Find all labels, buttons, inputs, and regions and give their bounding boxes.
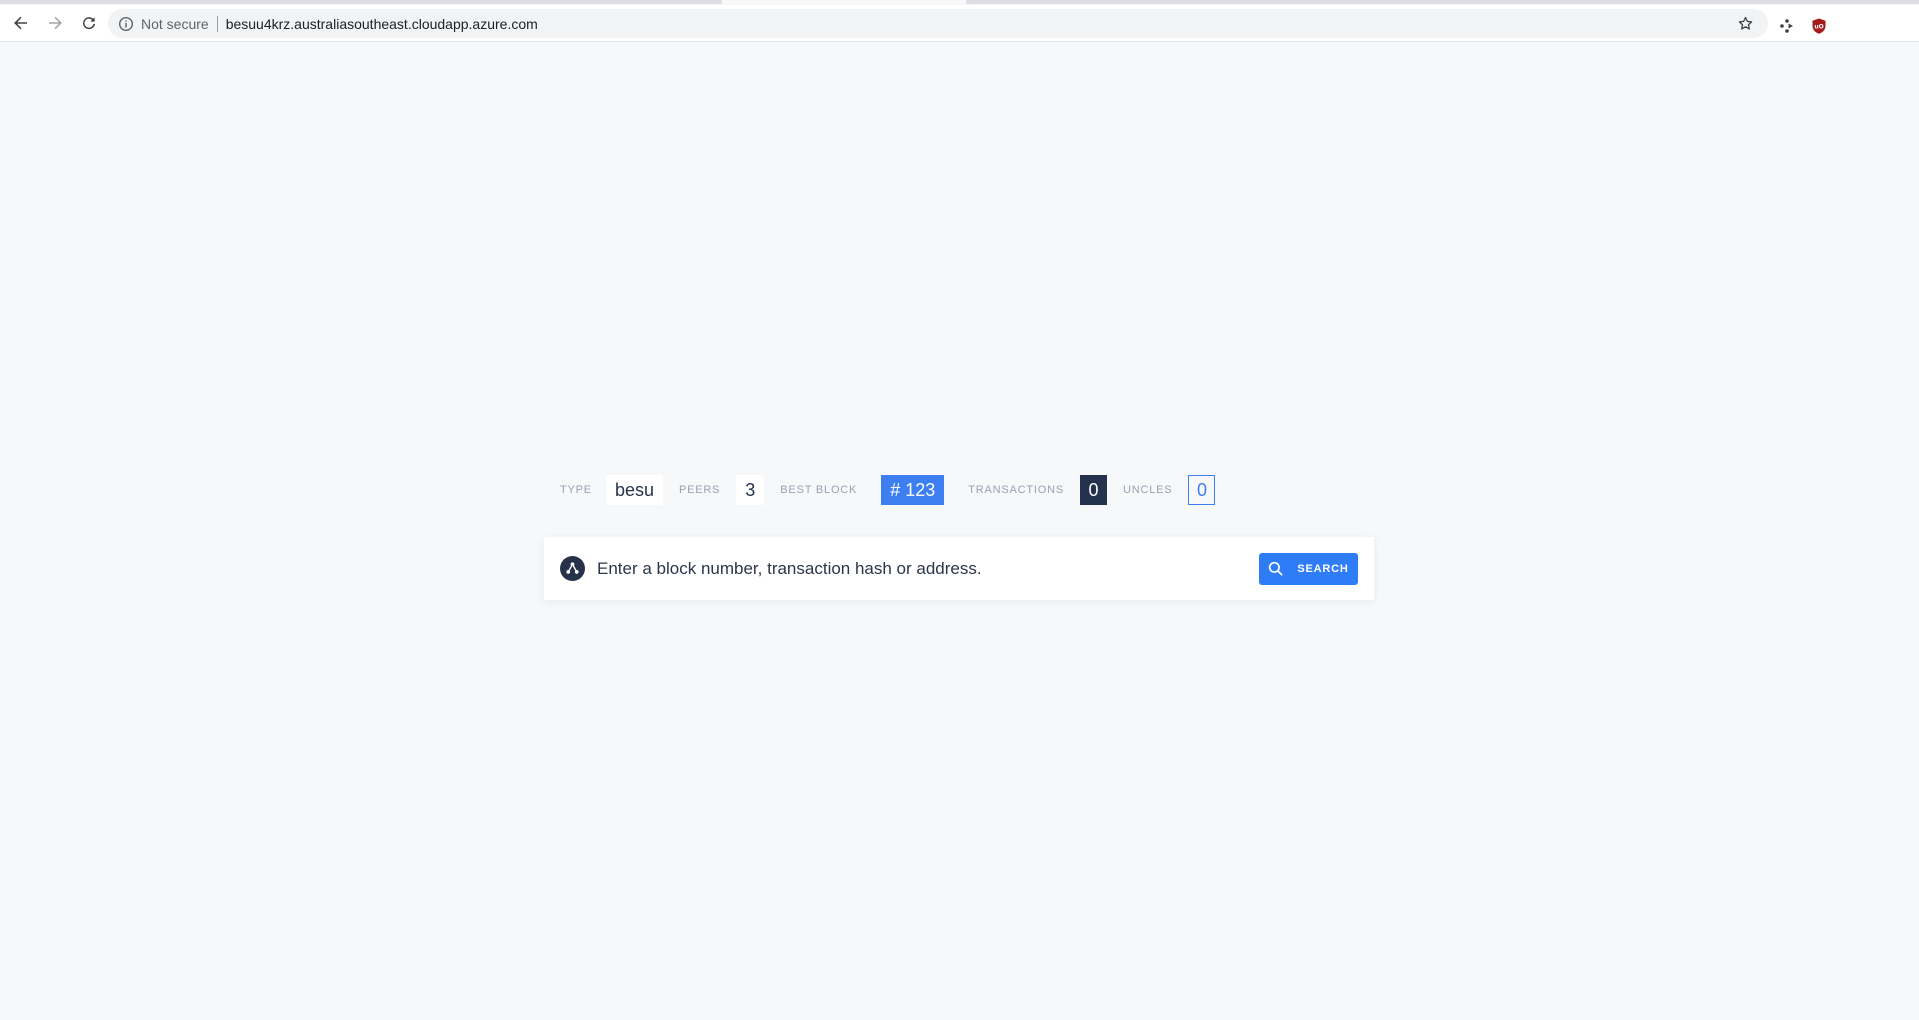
search-button-label: SEARCH bbox=[1297, 562, 1349, 575]
tab-strip-segment bbox=[966, 0, 1919, 4]
type-value: besu bbox=[605, 475, 663, 505]
back-arrow-icon bbox=[14, 16, 27, 30]
type-label: TYPE bbox=[560, 484, 592, 496]
search-icon bbox=[1268, 561, 1283, 576]
reload-icon bbox=[83, 17, 95, 30]
chain-stats: TYPE besu PEERS 3 BEST BLOCK # 123 TRANS… bbox=[560, 475, 1216, 505]
reload-button[interactable] bbox=[75, 9, 103, 37]
peers-label: PEERS bbox=[678, 484, 721, 496]
forward-arrow-icon bbox=[49, 16, 62, 30]
forward-button[interactable] bbox=[41, 9, 69, 37]
address-bar[interactable]: Not secure besuu4krz.australiasoutheast.… bbox=[108, 9, 1768, 38]
network-logo-icon bbox=[560, 556, 585, 581]
uncles-label: UNCLES bbox=[1123, 484, 1173, 496]
tab-strip-segment bbox=[0, 0, 722, 4]
ublock-icon[interactable]: uO bbox=[1810, 17, 1828, 35]
info-icon[interactable] bbox=[118, 16, 134, 32]
separator bbox=[216, 15, 218, 32]
back-button[interactable] bbox=[7, 9, 35, 37]
svg-text:uO: uO bbox=[1814, 24, 1823, 31]
url-text[interactable]: besuu4krz.australiasoutheast.cloudapp.az… bbox=[226, 16, 538, 32]
uncles-value: 0 bbox=[1188, 475, 1216, 505]
search-input[interactable] bbox=[597, 548, 1259, 589]
security-label: Not secure bbox=[141, 15, 209, 32]
browser-toolbar: Not secure besuu4krz.australiasoutheast.… bbox=[0, 5, 1919, 42]
transactions-label: TRANSACTIONS bbox=[968, 484, 1065, 496]
best-block-label: BEST BLOCK bbox=[780, 484, 858, 496]
peers-value: 3 bbox=[736, 475, 765, 505]
star-icon[interactable] bbox=[1737, 15, 1754, 32]
search-bar: SEARCH bbox=[544, 537, 1374, 600]
transactions-value: 0 bbox=[1080, 475, 1108, 505]
extension-icon[interactable] bbox=[1778, 17, 1796, 35]
best-block-value[interactable]: # 123 bbox=[881, 475, 945, 505]
search-button[interactable]: SEARCH bbox=[1259, 552, 1358, 585]
